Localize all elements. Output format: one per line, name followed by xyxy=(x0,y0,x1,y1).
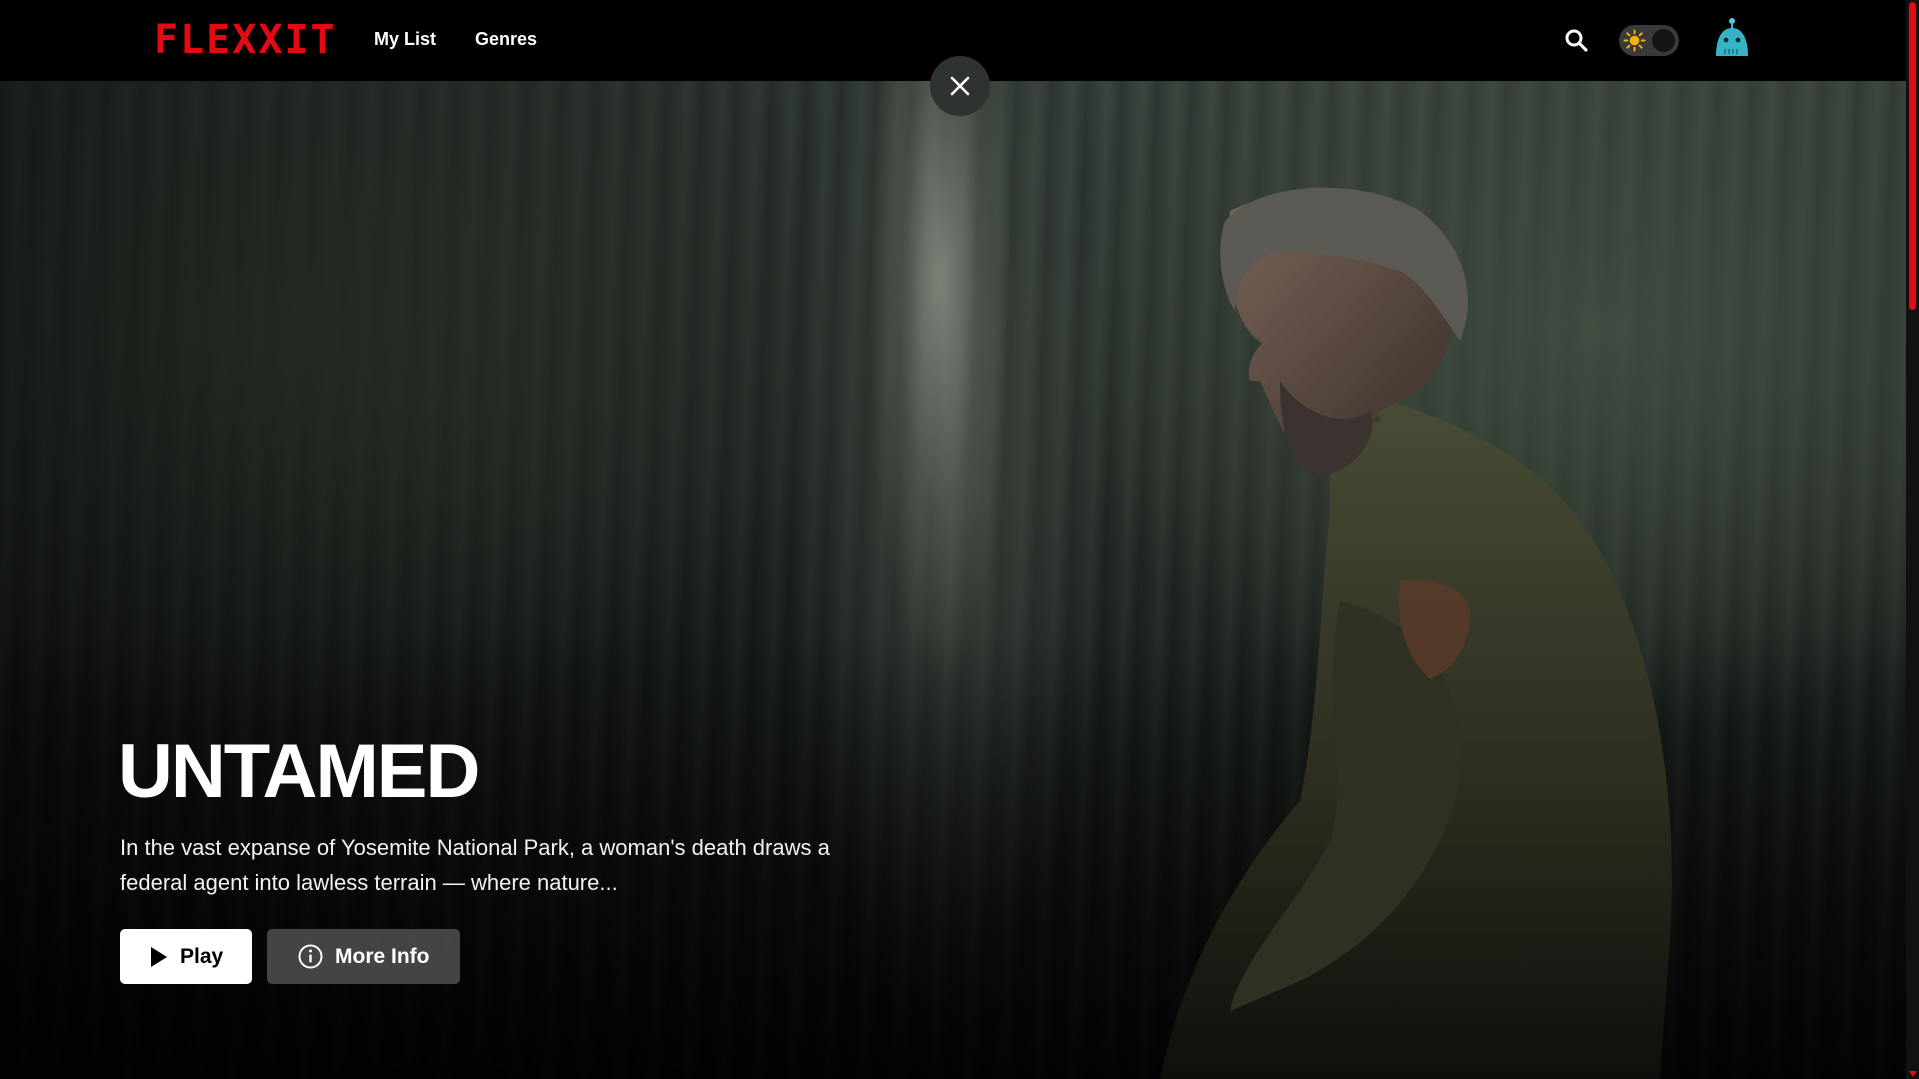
theme-toggle[interactable] xyxy=(1619,25,1679,56)
close-icon xyxy=(950,76,970,96)
scrollbar-thumb[interactable] xyxy=(1909,2,1916,310)
hero-title: UNTAMED xyxy=(118,729,480,814)
play-icon xyxy=(151,946,167,967)
flexxit-logo[interactable]: FLEXXIT xyxy=(154,18,337,62)
nav-my-list[interactable]: My List xyxy=(374,29,436,50)
robot-avatar-icon[interactable] xyxy=(1710,16,1754,60)
search-icon[interactable] xyxy=(1564,28,1588,52)
toggle-knob xyxy=(1652,29,1675,52)
page: FLEXXIT My List Genres UNTAMED In the va… xyxy=(0,0,1919,1079)
close-button[interactable] xyxy=(930,56,990,116)
play-button[interactable]: Play xyxy=(120,929,252,984)
nav-genres[interactable]: Genres xyxy=(475,29,537,50)
sun-icon xyxy=(1623,29,1646,52)
hero-description: In the vast expanse of Yosemite National… xyxy=(120,835,830,895)
page-scrollbar[interactable] xyxy=(1906,0,1919,1079)
more-info-button-label: More Info xyxy=(335,944,430,968)
scroll-down-arrow-icon[interactable] xyxy=(1909,1071,1917,1077)
info-icon xyxy=(298,944,323,969)
more-info-button[interactable]: More Info xyxy=(267,929,460,984)
play-button-label: Play xyxy=(180,944,224,968)
